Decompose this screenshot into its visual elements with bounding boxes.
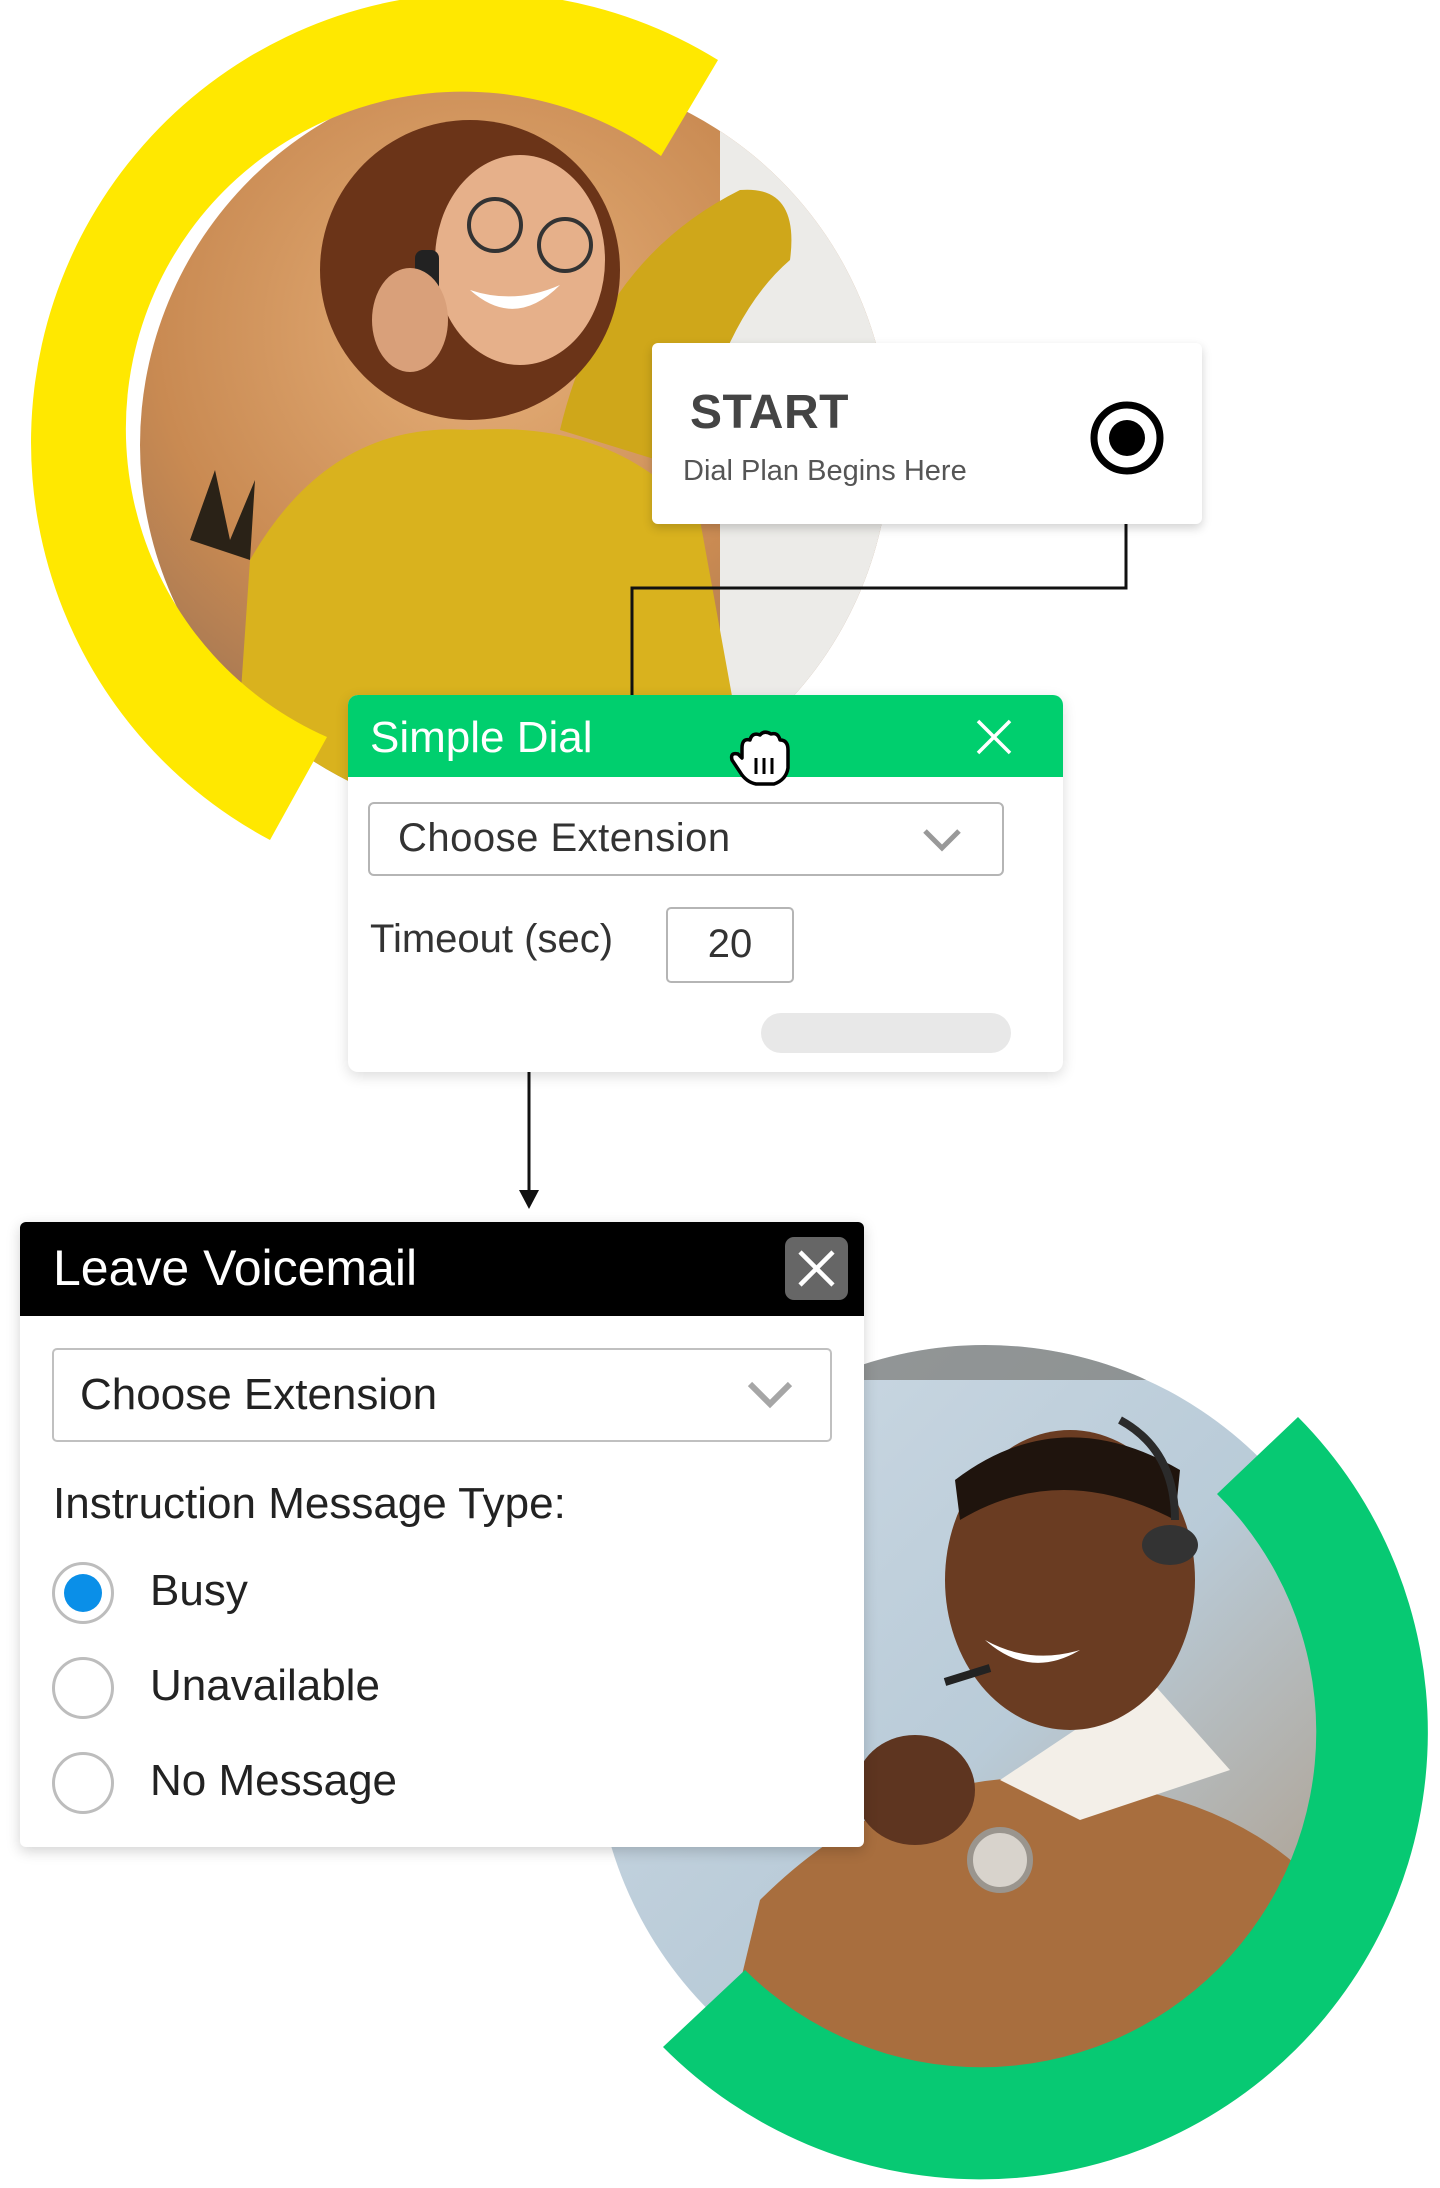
leave-voicemail-close-button[interactable] bbox=[785, 1237, 848, 1300]
background-graphics bbox=[31, 0, 1428, 2180]
simple-dial-extension-select[interactable]: Choose Extension bbox=[368, 802, 1004, 876]
leave-voicemail-header[interactable]: Leave Voicemail bbox=[20, 1222, 864, 1316]
start-node-card[interactable]: START Dial Plan Begins Here bbox=[652, 343, 1202, 524]
simple-dial-placeholder-bar bbox=[761, 1013, 1011, 1053]
leave-voicemail-extension-select[interactable]: Choose Extension bbox=[52, 1348, 832, 1442]
chevron-down-icon bbox=[747, 1381, 793, 1409]
radio-button[interactable] bbox=[52, 1562, 114, 1624]
grab-hand-cursor-icon bbox=[729, 730, 790, 786]
radio-label: Unavailable bbox=[150, 1661, 380, 1710]
simple-dial-header[interactable]: Simple Dial bbox=[348, 695, 1063, 777]
chevron-down-icon bbox=[923, 829, 961, 852]
extension-select-value: Choose Extension bbox=[398, 816, 731, 860]
close-icon[interactable] bbox=[974, 717, 1014, 757]
radio-option-no-message[interactable]: No Message bbox=[52, 1752, 552, 1818]
start-node-title: START bbox=[690, 386, 849, 439]
timeout-input[interactable]: 20 bbox=[666, 907, 794, 983]
extension-select-value: Choose Extension bbox=[80, 1370, 438, 1419]
radio-selected-dot bbox=[64, 1574, 102, 1612]
target-connector-icon[interactable] bbox=[1088, 399, 1166, 477]
message-type-label: Instruction Message Type: bbox=[53, 1479, 566, 1528]
leave-voicemail-title: Leave Voicemail bbox=[53, 1240, 418, 1296]
radio-label: No Message bbox=[150, 1756, 398, 1805]
leave-voicemail-card[interactable]: Leave Voicemail Choose Extension Instruc… bbox=[20, 1222, 864, 1847]
simple-dial-title: Simple Dial bbox=[370, 713, 593, 762]
simple-dial-card[interactable]: Simple Dial Choose Extension Timeout (se… bbox=[348, 695, 1063, 1072]
radio-button[interactable] bbox=[52, 1657, 114, 1719]
close-icon bbox=[798, 1250, 835, 1287]
radio-label: Busy bbox=[150, 1566, 248, 1615]
radio-option-busy[interactable]: Busy bbox=[52, 1562, 552, 1628]
radio-option-unavailable[interactable]: Unavailable bbox=[52, 1657, 552, 1723]
radio-button[interactable] bbox=[52, 1752, 114, 1814]
timeout-label: Timeout (sec) bbox=[370, 917, 614, 961]
start-node-subtitle: Dial Plan Begins Here bbox=[683, 455, 967, 487]
